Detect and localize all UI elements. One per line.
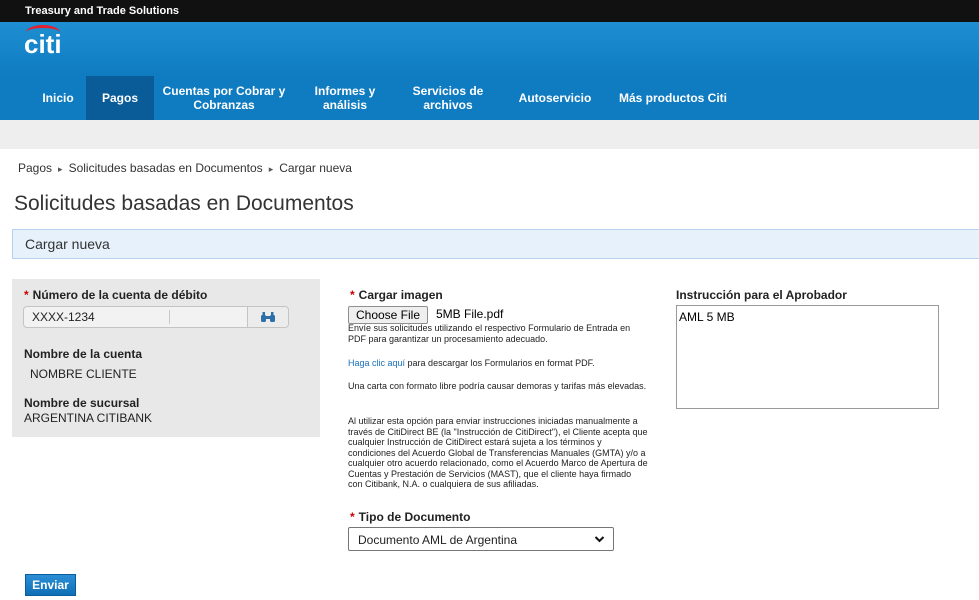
upload-help-text-1: Envíe sus solicitudes utilizando el resp… — [348, 323, 631, 344]
breadcrumb-separator-icon: ▸ — [58, 164, 63, 174]
breadcrumb: Pagos ▸ Solicitudes basadas en Documentos ▸… — [18, 161, 352, 175]
document-type-selected: Documento AML de Argentina — [358, 533, 517, 547]
brand-bar: citi — [0, 22, 979, 76]
account-name-value: NOMBRE CLIENTE — [30, 367, 137, 381]
nav-item-cuentas-por-cobrar[interactable]: Cuentas por Cobrar y Cobranzas — [160, 76, 288, 120]
nav-item-autoservicio[interactable]: Autoservicio — [506, 76, 604, 120]
choose-file-button[interactable]: Choose File — [348, 306, 428, 324]
upload-help-text-2: Haga clic aquí para descargar los Formul… — [348, 358, 648, 369]
product-title: Treasury and Trade Solutions — [25, 5, 180, 17]
document-type-label-text: Tipo de Documento — [358, 510, 471, 524]
panel-header: Cargar nueva — [12, 229, 979, 259]
approver-instruction-value: AML 5 MB — [679, 310, 735, 324]
branch-name-label: Nombre de sucursal — [24, 396, 140, 410]
breadcrumb-separator-icon: ▸ — [268, 164, 274, 174]
breadcrumb-item-solicitudes[interactable]: Solicitudes basadas en Documentos — [69, 161, 263, 175]
document-type-label: * Tipo de Documento — [350, 510, 470, 524]
nav-item-mas-productos[interactable]: Más productos Citi — [618, 76, 728, 120]
nav-item-servicios-archivos[interactable]: Servicios de archivos — [402, 76, 494, 120]
breadcrumb-item-cargar-nueva: Cargar nueva — [279, 161, 352, 175]
nav-item-inicio[interactable]: Inicio — [30, 76, 86, 120]
nav-item-pagos[interactable]: Pagos — [86, 76, 154, 120]
main-nav: Inicio Pagos Cuentas por Cobrar y Cobran… — [0, 76, 979, 120]
account-name-label: Nombre de la cuenta — [24, 347, 143, 361]
field-divider — [169, 310, 170, 324]
page-title: Solicitudes basadas en Documentos — [14, 192, 354, 215]
panel-header-title: Cargar nueva — [25, 236, 110, 252]
branch-name-value: ARGENTINA CITIBANK — [24, 411, 153, 425]
upload-help-text-4: Al utilizar esta opción para enviar inst… — [348, 416, 648, 489]
account-number-label-text: Número de la cuenta de débito — [32, 288, 208, 302]
account-number-value: XXXX-1234 — [32, 310, 95, 324]
upload-help-text-3: Una carta con formato libre podría causa… — [348, 381, 647, 391]
required-mark: * — [24, 288, 29, 302]
breadcrumb-item-pagos[interactable]: Pagos — [18, 161, 52, 175]
binoculars-icon — [261, 312, 275, 322]
approver-instruction-textarea[interactable]: AML 5 MB — [676, 305, 939, 409]
chevron-down-icon — [594, 536, 605, 543]
download-forms-link[interactable]: Haga clic aquí — [348, 358, 405, 368]
upload-image-label: * Cargar imagen — [350, 288, 443, 302]
required-mark: * — [350, 288, 355, 302]
document-type-select[interactable]: Documento AML de Argentina — [348, 527, 614, 551]
nav-item-informes[interactable]: Informes y análisis — [306, 76, 384, 120]
account-lookup-button[interactable] — [247, 307, 288, 327]
account-number-field[interactable]: XXXX-1234 — [23, 306, 289, 328]
selected-file-name: 5MB File.pdf — [436, 307, 504, 321]
approver-instruction-label: Instrucción para el Aprobador — [676, 288, 847, 302]
top-bar: Treasury and Trade Solutions — [0, 0, 979, 22]
sub-nav-bar — [0, 120, 979, 149]
citi-logo[interactable]: citi — [24, 29, 62, 60]
submit-button[interactable]: Enviar — [25, 574, 76, 596]
upload-image-label-text: Cargar imagen — [358, 288, 443, 302]
account-number-label: * Número de la cuenta de débito — [24, 288, 207, 302]
download-forms-text: para descargar los Formularios en format… — [405, 358, 595, 368]
required-mark: * — [350, 510, 355, 524]
